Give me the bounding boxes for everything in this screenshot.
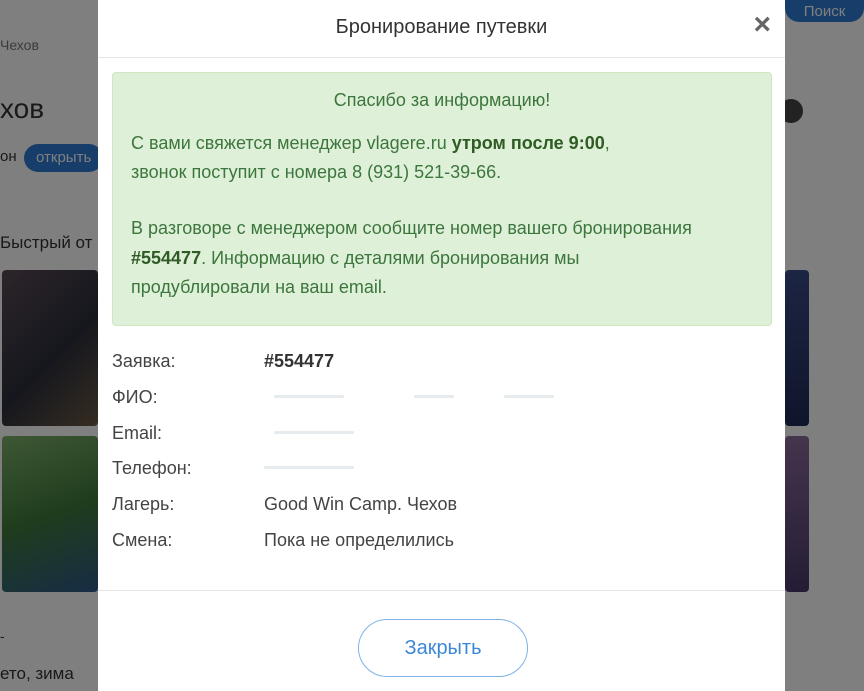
order-label: Заявка: [112,351,176,371]
modal-header: Бронирование путевки × [98,0,785,58]
alert-text: . Информацию с деталями бронирования мы [201,248,580,268]
camp-label: Лагерь: [112,494,175,514]
alert-line-4: #554477. Информацию с деталями бронирова… [131,248,579,269]
alert-text: С вами свяжется менеджер vlagere.ru [131,133,452,153]
alert-title: Спасибо за информацию! [333,90,551,110]
close-button[interactable]: Закрыть [358,619,528,677]
phone-label: Телефон: [112,458,192,478]
close-icon[interactable]: × [753,10,771,40]
name-value-redacted [264,387,554,407]
order-value: #554477 [264,351,335,371]
booking-number: #554477 [131,248,202,268]
alert-line-1: С вами свяжется менеджер vlagere.ru утро… [131,133,610,154]
email-label: Email: [112,423,163,443]
email-value-redacted [264,423,554,443]
shift-label: Смена: [112,530,173,550]
alert-punctuation: , [604,133,610,153]
shift-value: Пока не определились [264,530,454,550]
call-time: утром после 9:00 [451,133,605,153]
modal-footer: Закрыть [98,590,785,691]
phone-value-redacted [264,458,554,478]
booking-modal: Бронирование путевки × Спасибо за информ… [98,0,785,691]
modal-title: Бронирование путевки [335,16,548,38]
alert-line-5: продублировали на ваш email. [131,277,387,297]
camp-value: Good Win Camp. Чехов [264,494,458,514]
success-alert: Спасибо за информацию! С вами свяжется м… [112,72,772,326]
name-label: ФИО: [112,387,158,407]
alert-line-2: звонок поступит с номера 8 (931) 521-39-… [131,162,502,182]
alert-line-3: В разговоре с менеджером сообщите номер … [131,218,692,238]
